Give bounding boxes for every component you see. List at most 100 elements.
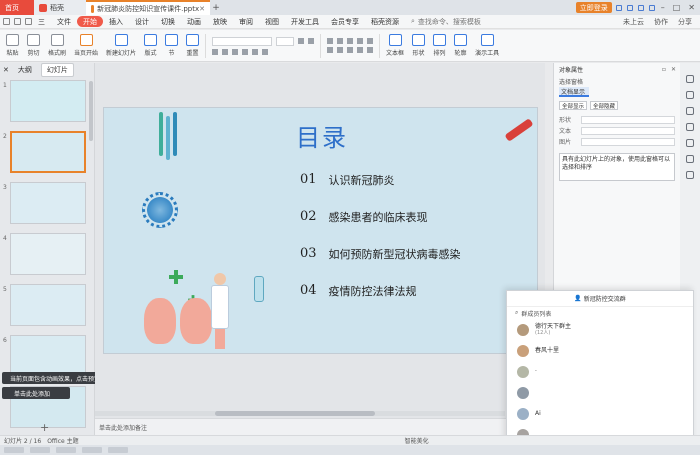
menu-item[interactable]: 设计 <box>129 17 155 27</box>
scrollbar-thumb[interactable] <box>215 411 375 416</box>
pane-field-input[interactable] <box>581 115 675 124</box>
close-tab-icon[interactable]: ✕ <box>199 5 205 13</box>
shadow-icon[interactable] <box>252 48 259 55</box>
settings-icon[interactable] <box>648 4 655 11</box>
ribbon-button[interactable]: 版式 <box>140 31 161 61</box>
bold-icon[interactable] <box>212 48 219 55</box>
command-search[interactable]: ⌕ 查找命令、搜索模板 <box>411 17 481 27</box>
font-color-icon[interactable] <box>262 48 269 55</box>
pane-field-input[interactable] <box>581 137 675 146</box>
login-button[interactable]: 立即登录 <box>575 2 612 13</box>
ribbon-button[interactable]: 文本框 <box>382 31 408 61</box>
menu-right-item[interactable]: 协作 <box>654 17 668 27</box>
ribbon-button[interactable]: 节 <box>161 31 182 61</box>
close-pane-icon[interactable]: ✕ <box>671 66 676 73</box>
horizontal-scrollbar[interactable] <box>95 411 505 416</box>
ribbon-button[interactable]: 排列 <box>429 31 450 61</box>
toc-item[interactable]: 02 感染患者的临床表现 <box>300 209 428 225</box>
template-icon[interactable] <box>686 155 694 163</box>
smart-beautify-button[interactable]: 智能美化 <box>405 436 429 445</box>
taskbar-app[interactable] <box>56 447 76 453</box>
bullets-icon[interactable] <box>327 38 334 44</box>
ribbon-button[interactable]: 粘贴 <box>2 31 23 61</box>
new-tab-button[interactable]: + <box>210 3 222 13</box>
ribbon-button[interactable]: 形状 <box>408 31 429 61</box>
contact-item[interactable]: Ai <box>507 403 693 424</box>
menu-item[interactable]: 放映 <box>207 17 233 27</box>
menu-right-item[interactable]: 未上云 <box>623 17 644 27</box>
maximize-icon[interactable]: □ <box>673 3 681 12</box>
slide-title[interactable]: 目录 <box>296 118 348 153</box>
menu-item[interactable]: 三 <box>32 17 51 27</box>
font-family-select[interactable] <box>212 36 273 46</box>
tab-docer[interactable]: 稻壳 <box>34 0 86 15</box>
select-icon[interactable] <box>686 75 694 83</box>
slide-thumbnail[interactable] <box>10 335 86 377</box>
pin-icon[interactable]: ▫ <box>662 66 666 73</box>
pane-field-input[interactable] <box>581 126 675 135</box>
tab-outline[interactable]: 大纲 <box>13 64 37 76</box>
tab-slides[interactable]: 幻灯片 <box>40 63 74 77</box>
ribbon-button[interactable]: 演示工具 <box>471 31 503 61</box>
contact-item[interactable]: 德行天下群主 (12人) <box>507 319 693 340</box>
align-right-icon[interactable] <box>347 47 354 53</box>
toc-item[interactable]: 03 如何预防新型冠状病毒感染 <box>300 246 461 262</box>
contact-item[interactable]: 春风十里 <box>507 340 693 361</box>
slide-thumbnail[interactable] <box>10 284 86 326</box>
slide-panel-scrollbar[interactable] <box>89 81 93 141</box>
ribbon-button[interactable]: 新建幻灯片 <box>102 31 140 61</box>
help-icon[interactable] <box>686 171 694 179</box>
justify-icon[interactable] <box>357 47 364 53</box>
menu-item[interactable]: 视图 <box>259 17 285 27</box>
skin-icon[interactable] <box>615 4 622 11</box>
menu-item[interactable]: 切换 <box>155 17 181 27</box>
add-slide-button[interactable]: + <box>40 421 49 434</box>
slide-thumbnail[interactable] <box>10 80 86 122</box>
show-all-button[interactable]: 全部显示 <box>559 101 588 110</box>
ribbon-button[interactable]: 重置 <box>182 31 203 61</box>
menu-item[interactable]: 动画 <box>181 17 207 27</box>
tab-home[interactable]: 首页 <box>0 0 34 15</box>
ribbon-button[interactable]: 轮廓 <box>450 31 471 61</box>
close-window-icon[interactable]: ✕ <box>688 3 695 12</box>
taskbar-app[interactable] <box>30 447 50 453</box>
ribbon-button[interactable]: 当页开始 <box>70 31 102 61</box>
menu-right-item[interactable]: 分享 <box>678 17 692 27</box>
toc-item[interactable]: 01 认识新冠肺炎 <box>300 172 395 188</box>
toc-item[interactable]: 04 疫情防控法律法规 <box>300 283 417 299</box>
line-spacing-icon[interactable] <box>367 38 374 44</box>
user-icon[interactable] <box>637 4 644 11</box>
contact-item[interactable] <box>507 382 693 403</box>
menu-item[interactable]: 文件 <box>51 17 77 27</box>
message-icon[interactable] <box>626 4 633 11</box>
menu-item[interactable]: 开发工具 <box>285 17 325 27</box>
slide-thumbnail[interactable] <box>10 131 86 173</box>
menu-item[interactable]: 会员专享 <box>325 17 365 27</box>
menu-item[interactable]: 插入 <box>103 17 129 27</box>
notes-bar[interactable]: 单击此处添加备注 <box>95 418 545 435</box>
outdent-icon[interactable] <box>357 38 364 44</box>
contact-item[interactable]: · <box>507 361 693 382</box>
ribbon-button[interactable]: 剪切 <box>23 31 44 61</box>
italic-icon[interactable] <box>222 48 229 55</box>
tab-doc-display[interactable]: 文档显示 <box>559 87 589 97</box>
align-center-icon[interactable] <box>337 47 344 53</box>
undo-icon[interactable] <box>14 18 21 25</box>
properties-icon[interactable] <box>686 91 694 99</box>
shape-icon[interactable] <box>686 139 694 147</box>
hide-all-button[interactable]: 全部隐藏 <box>590 101 619 110</box>
collapse-panel-icon[interactable]: ✕ <box>3 66 9 74</box>
columns-icon[interactable] <box>367 47 374 53</box>
font-size-select[interactable] <box>276 36 295 46</box>
grow-font-icon[interactable] <box>298 38 305 44</box>
numbering-icon[interactable] <box>337 38 344 44</box>
animation-icon[interactable] <box>686 107 694 115</box>
taskbar-app[interactable] <box>82 447 102 453</box>
ribbon-button[interactable]: 格式刷 <box>44 31 70 61</box>
menu-item[interactable]: 开始 <box>77 16 103 27</box>
underline-icon[interactable] <box>232 48 239 55</box>
tab-document[interactable]: 新冠肺炎防控知识宣传课件.pptx ✕ <box>86 0 210 15</box>
align-left-icon[interactable] <box>327 47 334 53</box>
redo-icon[interactable] <box>25 18 32 25</box>
taskbar-app[interactable] <box>108 447 128 453</box>
